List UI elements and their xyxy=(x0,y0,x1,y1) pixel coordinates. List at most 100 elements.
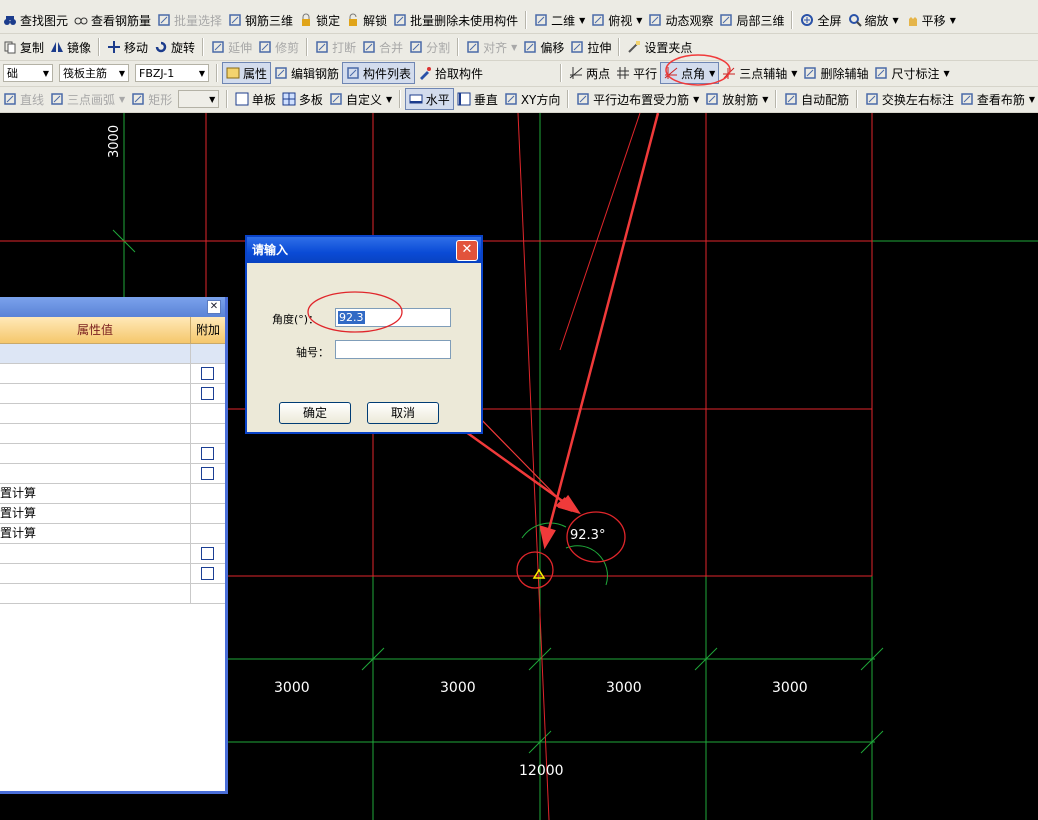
floor-combo[interactable]: 础 ▼ xyxy=(3,64,53,82)
tool-button-view-rebar[interactable]: 查看布筋 ▼ xyxy=(957,88,1038,110)
additional-checkbox[interactable] xyxy=(201,467,214,480)
tool-button-align[interactable]: 对齐 ▼ xyxy=(463,36,520,58)
tool-button-arc[interactable]: 三点画弧 ▼ xyxy=(47,88,128,110)
tool-button-rectangle[interactable]: 矩形 xyxy=(128,88,175,110)
property-row[interactable]: 置计算 xyxy=(0,524,225,544)
tool-button-pan[interactable]: 平移 ▼ xyxy=(902,9,959,31)
property-value[interactable]: 置计算 xyxy=(0,504,191,523)
tool-button-component-list[interactable]: 构件列表 xyxy=(342,62,416,84)
property-value[interactable] xyxy=(0,384,191,403)
property-row[interactable] xyxy=(0,464,225,484)
component-type-combo[interactable]: 筏板主筋 ▼ xyxy=(59,64,129,82)
panel-title-bar[interactable]: ✕ xyxy=(0,297,225,317)
component-name-combo[interactable]: FBZJ-1 ▼ xyxy=(135,64,209,82)
additional-checkbox[interactable] xyxy=(201,547,214,560)
chevron-down-icon[interactable]: ▼ xyxy=(386,95,392,104)
tool-button-horizontal[interactable]: 水平 xyxy=(404,88,454,110)
close-icon[interactable]: ✕ xyxy=(207,300,221,314)
property-row[interactable] xyxy=(0,364,225,384)
tool-button-point-angle-axis[interactable]: 点角 ▼ xyxy=(660,62,720,84)
property-row[interactable] xyxy=(0,384,225,404)
chevron-down-icon[interactable]: ▼ xyxy=(693,95,699,104)
tool-button-trim[interactable]: 修剪 xyxy=(255,36,302,58)
axis-number-input[interactable] xyxy=(335,340,451,359)
property-row[interactable] xyxy=(0,424,225,444)
tool-button-swap-label[interactable]: 交换左右标注 xyxy=(862,88,957,110)
tool-button-eyedropper[interactable]: 拾取构件 xyxy=(415,62,486,84)
arc-mode-combo[interactable]: ▼ xyxy=(178,90,220,108)
chevron-down-icon[interactable]: ▼ xyxy=(943,69,949,78)
tool-button-single-slab[interactable]: 单板 xyxy=(232,88,279,110)
cancel-button[interactable]: 取消 xyxy=(367,402,439,424)
tool-button-stretch[interactable]: 拉伸 xyxy=(567,36,614,58)
tool-button-multi-slab[interactable]: 多板 xyxy=(279,88,326,110)
tool-button-merge[interactable]: 合并 xyxy=(359,36,406,58)
tool-button-binoculars[interactable]: 查找图元 xyxy=(0,9,71,31)
chevron-down-icon[interactable]: ▼ xyxy=(579,16,585,25)
tool-button-xy-direction[interactable]: XY方向 xyxy=(501,88,564,110)
ok-button[interactable]: 确定 xyxy=(279,402,351,424)
tool-button-split[interactable]: 分割 xyxy=(406,36,453,58)
tool-button-zoom[interactable]: 缩放 ▼ xyxy=(845,9,902,31)
tool-button-brush[interactable]: 批量删除未使用构件 xyxy=(390,9,521,31)
chevron-down-icon[interactable]: ▼ xyxy=(762,95,768,104)
additional-checkbox[interactable] xyxy=(201,367,214,380)
tool-button-glasses[interactable]: 查看钢筋量 xyxy=(71,9,154,31)
tool-button-rebar-3d[interactable]: 钢筋三维 xyxy=(225,9,296,31)
tool-button-extend[interactable]: 延伸 xyxy=(208,36,255,58)
property-value[interactable] xyxy=(0,464,191,483)
chevron-down-icon[interactable]: ▼ xyxy=(511,43,517,52)
tool-button-radial-rebar[interactable]: 放射筋 ▼ xyxy=(702,88,771,110)
grip-point-icon[interactable] xyxy=(532,568,546,579)
tool-button-mirror[interactable]: 镜像 xyxy=(47,36,94,58)
property-row[interactable] xyxy=(0,444,225,464)
additional-checkbox[interactable] xyxy=(201,567,214,580)
property-value[interactable] xyxy=(0,344,191,363)
tool-button-two-point-axis[interactable]: 两点 xyxy=(566,62,613,84)
tool-button-unlock[interactable]: 解锁 xyxy=(343,9,390,31)
tool-button-break[interactable]: 打断 xyxy=(312,36,359,58)
tool-button-batch-select[interactable]: 批量选择 xyxy=(154,9,225,31)
tool-button-dimension[interactable]: 尺寸标注 ▼ xyxy=(871,62,952,84)
tool-button-edit-rebar[interactable]: 编辑钢筋 xyxy=(271,62,342,84)
tool-button-2d-view[interactable]: 二维 ▼ xyxy=(531,9,588,31)
tool-button-rotate[interactable]: 旋转 xyxy=(151,36,198,58)
property-row[interactable]: 置计算 xyxy=(0,484,225,504)
tool-button-line[interactable]: 直线 xyxy=(0,88,47,110)
property-row[interactable]: 置计算 xyxy=(0,504,225,524)
property-row[interactable] xyxy=(0,544,225,564)
property-value[interactable]: 置计算 xyxy=(0,484,191,503)
additional-checkbox[interactable] xyxy=(201,387,214,400)
angle-input[interactable]: 92.3 xyxy=(335,308,451,327)
tool-button-offset[interactable]: 偏移 xyxy=(520,36,567,58)
chevron-down-icon[interactable]: ▼ xyxy=(791,69,797,78)
tool-button-partial-3d[interactable]: 局部三维 xyxy=(716,9,787,31)
tool-button-copy[interactable]: 复制 xyxy=(0,36,47,58)
chevron-down-icon[interactable]: ▼ xyxy=(636,16,642,25)
property-row[interactable] xyxy=(0,564,225,584)
chevron-down-icon[interactable]: ▼ xyxy=(119,95,125,104)
tool-button-move[interactable]: 移动 xyxy=(104,36,151,58)
tool-button-vertical[interactable]: 垂直 xyxy=(454,88,501,110)
property-value[interactable] xyxy=(0,364,191,383)
property-value[interactable]: 置计算 xyxy=(0,524,191,543)
tool-button-top-view[interactable]: 俯视 ▼ xyxy=(588,9,645,31)
tool-button-parallel-axis[interactable]: 平行 xyxy=(613,62,660,84)
additional-checkbox[interactable] xyxy=(201,447,214,460)
tool-button-auto-rebar[interactable]: 自动配筋 xyxy=(781,88,852,110)
property-row[interactable] xyxy=(0,584,225,604)
property-value[interactable] xyxy=(0,404,191,423)
property-row[interactable] xyxy=(0,404,225,424)
property-value[interactable] xyxy=(0,424,191,443)
chevron-down-icon[interactable]: ▼ xyxy=(709,69,715,78)
tool-button-lock[interactable]: 锁定 xyxy=(296,9,343,31)
close-icon[interactable]: ✕ xyxy=(456,240,478,261)
property-value[interactable] xyxy=(0,584,191,603)
property-value[interactable] xyxy=(0,444,191,463)
tool-button-delete-axis[interactable]: 删除辅轴 xyxy=(800,62,871,84)
tool-button-orbit[interactable]: 动态观察 xyxy=(645,9,716,31)
tool-button-parallel-edge[interactable]: 平行边布置受力筋 ▼ xyxy=(573,88,702,110)
tool-button-custom[interactable]: 自定义 ▼ xyxy=(326,88,395,110)
property-row[interactable] xyxy=(0,344,225,364)
dialog-title-bar[interactable]: 请输入 ✕ xyxy=(247,237,481,263)
